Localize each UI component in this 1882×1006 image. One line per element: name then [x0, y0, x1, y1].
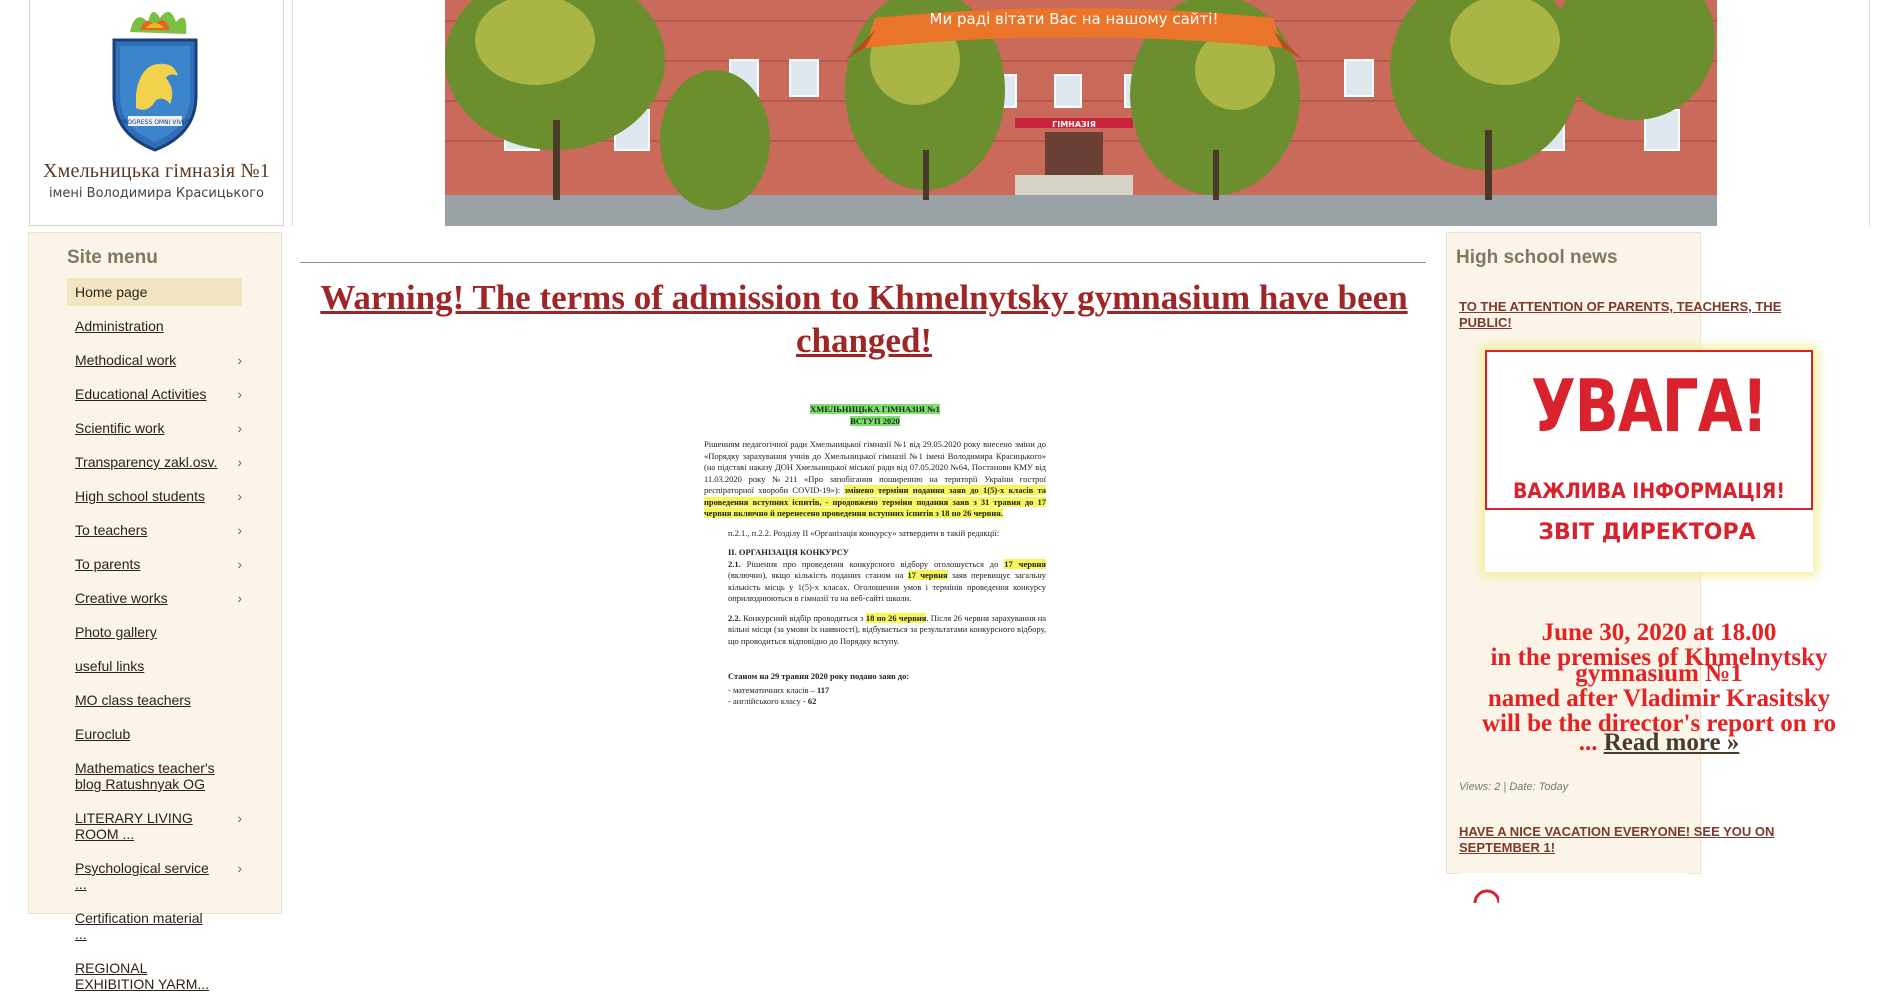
poster-caption: ЗВІТ ДИРЕКТОРА [1538, 520, 1756, 545]
doc-paragraph-2: п.2.1., п.2.2. Розділу ІІ «Організація к… [728, 527, 1000, 538]
divider [300, 262, 1426, 263]
doc-subheading: ВСТУП 2020 [850, 415, 900, 426]
high-school-news-panel: High school news TO THE ATTENTION OF PAR… [1446, 232, 1836, 917]
banner-greeting: Ми раді вітати Вас на нашому сайті! [930, 10, 1219, 28]
chevron-right-icon: › [237, 386, 242, 402]
chevron-right-icon: › [237, 860, 242, 876]
news-event-text: June 30, 2020 at 18.00 in the premises o… [1481, 619, 1837, 756]
menu-item-administration[interactable]: Administration [67, 314, 242, 338]
menu-item-math-teacher-blog[interactable]: Mathematics teacher's blog Ratushnyak OG [67, 756, 242, 796]
doc-section-heading: ІІ. ОРГАНІЗАЦІЯ КОНКУРСУ [728, 547, 849, 557]
menu-item-useful-links[interactable]: useful links [67, 654, 242, 678]
news-panel-title: High school news [1456, 247, 1618, 268]
chevron-right-icon: › [237, 556, 242, 572]
menu-item-educational-activities[interactable]: Educational Activities › [67, 382, 242, 406]
menu-item-regional-exhibition[interactable]: REGIONAL EXHIBITION YARM... [67, 956, 242, 996]
site-title: Хмельницька гімназія №1 [43, 160, 270, 182]
chevron-right-icon: › [237, 590, 242, 606]
chevron-right-icon: › [237, 810, 242, 826]
menu-item-methodical-work[interactable]: Methodical work › [67, 348, 242, 372]
attention-poster[interactable]: УВАГА! ВАЖЛИВА ІНФОРМАЦІЯ! ЗВІТ ДИРЕКТОР… [1485, 350, 1813, 572]
menu-item-scientific-work[interactable]: Scientific work › [67, 416, 242, 440]
menu-item-to-parents[interactable]: To parents › [67, 552, 242, 576]
doc-heading: ХМЕЛЬНИЦЬКА ГІМНАЗІЯ №1 [810, 404, 940, 414]
news-item-heading-link[interactable]: TO THE ATTENTION OF PARENTS, TEACHERS, T… [1459, 299, 1819, 331]
menu-item-psychological-service[interactable]: Psychological service ... › [67, 856, 242, 896]
gymnasium-emblem-icon: PROGRESS OMNI VIVUS [112, 11, 198, 152]
building-sign: ГІМНАЗІЯ [1052, 120, 1096, 129]
chevron-right-icon: › [237, 352, 242, 368]
chevron-right-icon: › [237, 454, 242, 470]
menu-item-to-teachers[interactable]: To teachers › [67, 518, 242, 542]
menu-item-mo-class-teachers[interactable]: MO class teachers [67, 688, 242, 712]
menu-item-literary-living-room[interactable]: LITERARY LIVING ROOM ... › [67, 806, 242, 846]
emblem-motto: PROGRESS OMNI VIVUS [120, 119, 191, 126]
menu-item-home[interactable]: Home page [67, 278, 242, 306]
chevron-right-icon: › [237, 420, 242, 436]
menu-item-transparency[interactable]: Transparency zakl.osv. › [67, 450, 242, 474]
news-meta: Views: 2 | Date: Today [1459, 781, 1569, 793]
school-building-banner: ГІМНАЗІЯ Ми раді вітати Вас на нашому са… [445, 0, 1717, 226]
site-logo-block[interactable]: PROGRESS OMNI VIVUS Хмельницька гімназія… [29, 0, 284, 226]
menu-item-certification-material[interactable]: Certification material ... [67, 906, 242, 946]
poster-headline: УВАГА! [1530, 363, 1768, 449]
site-menu-title: Site menu [67, 247, 158, 268]
site-menu-panel: Site menu Home page Administration Metho… [28, 232, 282, 992]
news-thumbnail-icon [1473, 889, 1501, 917]
news-item-heading-link-2[interactable]: HAVE A NICE VACATION EVERYONE! SEE YOU O… [1459, 824, 1819, 856]
menu-item-creative-works[interactable]: Creative works › [67, 586, 242, 610]
doc-stats-heading: Станом на 29 травня 2020 року подано зая… [728, 671, 910, 681]
site-subtitle: імені Володимира Красицького [49, 186, 264, 201]
news-thumbnail[interactable] [1459, 873, 1689, 917]
menu-item-photo-gallery[interactable]: Photo gallery [67, 620, 242, 644]
chevron-right-icon: › [237, 522, 242, 538]
article-title-link[interactable]: Warning! The terms of admission to Khmel… [300, 276, 1428, 362]
read-more-link[interactable]: Read more » [1604, 729, 1740, 756]
chevron-right-icon: › [237, 488, 242, 504]
admission-document-image: ХМЕЛЬНИЦЬКА ГІМНАЗІЯ №1 ВСТУП 2020 Рішен… [704, 404, 1047, 706]
menu-item-high-school-students[interactable]: High school students › [67, 484, 242, 508]
site-menu: Home page Administration Methodical work… [67, 278, 242, 1006]
poster-subheading: ВАЖЛИВА ІНФОРМАЦІЯ! [1513, 479, 1785, 503]
menu-item-euroclub[interactable]: Euroclub [67, 722, 242, 746]
